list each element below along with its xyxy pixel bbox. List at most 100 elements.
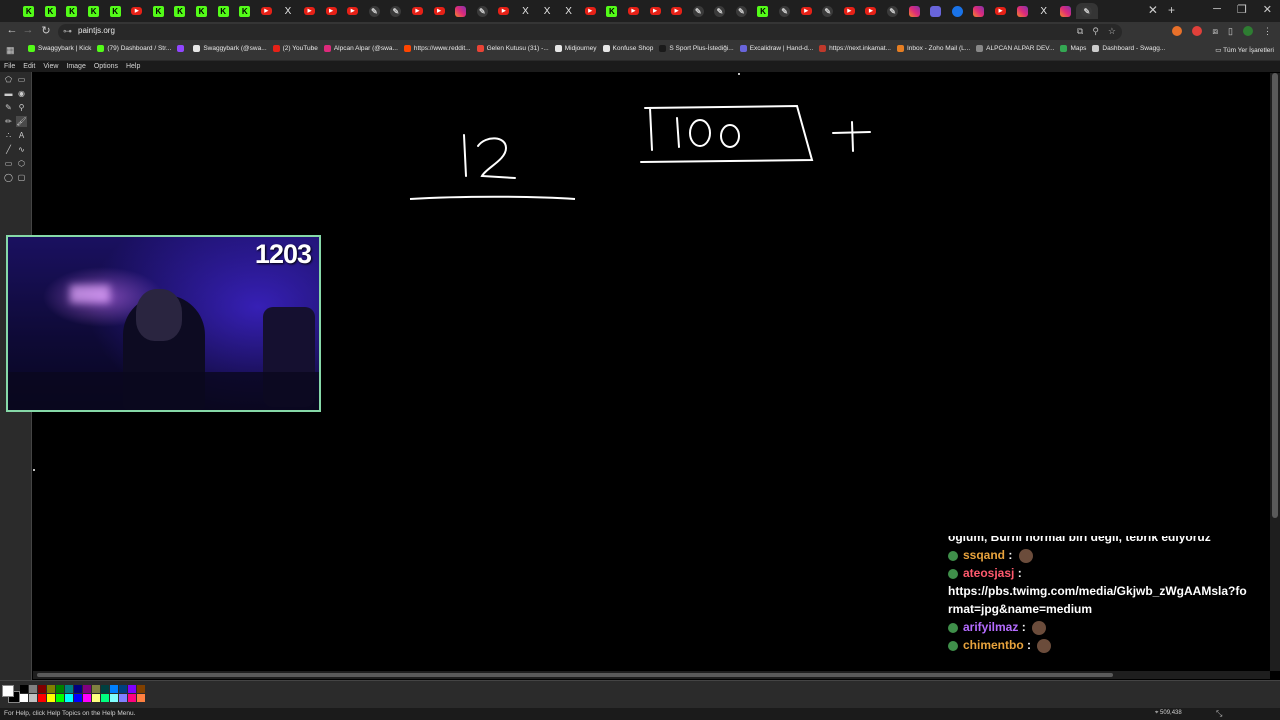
profile-avatar[interactable] bbox=[1243, 26, 1253, 36]
bookmark-item[interactable]: Gelen Kutusu (31) -... bbox=[476, 45, 549, 52]
browser-tab[interactable] bbox=[947, 3, 969, 19]
browser-tab[interactable]: K bbox=[169, 3, 191, 19]
browser-tab[interactable]: ▶ bbox=[666, 3, 688, 19]
browser-tab[interactable] bbox=[903, 3, 925, 19]
browser-tab[interactable]: X bbox=[558, 3, 580, 19]
palette-color-swatch[interactable] bbox=[47, 685, 55, 693]
browser-tab[interactable]: X bbox=[536, 3, 558, 19]
browser-tab[interactable]: ✎ bbox=[709, 3, 731, 19]
browser-tab[interactable]: K bbox=[148, 3, 170, 19]
menu-image[interactable]: Image bbox=[66, 61, 85, 72]
palette-color-swatch[interactable] bbox=[119, 694, 127, 702]
palette-color-swatch[interactable] bbox=[38, 685, 46, 693]
bookmark-item[interactable]: Alpcan Alpar (@swa... bbox=[323, 45, 398, 52]
browser-tab[interactable]: ▶ bbox=[623, 3, 645, 19]
browser-tab[interactable]: ✎ bbox=[471, 3, 493, 19]
sidebar-icon[interactable]: ▯ bbox=[1228, 26, 1233, 37]
current-colors[interactable] bbox=[2, 685, 20, 703]
browser-tab[interactable]: ✎ bbox=[817, 3, 839, 19]
browser-tab[interactable]: K bbox=[752, 3, 774, 19]
palette-color-swatch[interactable] bbox=[29, 685, 37, 693]
palette-color-swatch[interactable] bbox=[74, 694, 82, 702]
browser-tab[interactable]: ✎ bbox=[882, 3, 904, 19]
palette-color-swatch[interactable] bbox=[47, 694, 55, 702]
select-icon[interactable]: ▭ bbox=[16, 74, 27, 85]
close-tab-icon[interactable]: ✕ bbox=[1148, 3, 1158, 17]
browser-tab[interactable]: K bbox=[18, 3, 40, 19]
menu-file[interactable]: File bbox=[4, 61, 15, 72]
all-bookmarks-folder[interactable]: ▭ Tüm Yer İşaretleri bbox=[1215, 46, 1274, 54]
bookmark-item[interactable]: https://next.inkamat... bbox=[819, 45, 891, 52]
browser-tab[interactable]: ▶ bbox=[320, 3, 342, 19]
palette-color-swatch[interactable] bbox=[20, 694, 28, 702]
palette-color-swatch[interactable] bbox=[101, 694, 109, 702]
vertical-scroll-thumb[interactable] bbox=[1272, 73, 1278, 518]
palette-color-swatch[interactable] bbox=[29, 694, 37, 702]
free-select-icon[interactable]: ⬠ bbox=[3, 74, 14, 85]
bookmark-item[interactable]: Konfuse Shop bbox=[602, 45, 653, 52]
eraser-icon[interactable]: ▬ bbox=[3, 88, 14, 99]
minimize-icon[interactable]: ─ bbox=[1213, 3, 1221, 16]
palette-color-swatch[interactable] bbox=[92, 685, 100, 693]
browser-tab[interactable]: ✎ bbox=[385, 3, 407, 19]
browser-tab[interactable]: ▶ bbox=[428, 3, 450, 19]
browser-tab[interactable] bbox=[968, 3, 990, 19]
install-app-icon[interactable]: ⧉ bbox=[1077, 26, 1083, 37]
bookmark-item[interactable]: Swaggybark | Kick bbox=[28, 45, 91, 52]
text-icon[interactable]: A bbox=[16, 130, 27, 141]
menu-help[interactable]: Help bbox=[126, 61, 140, 72]
fill-icon[interactable]: ◉ bbox=[16, 88, 27, 99]
reload-icon[interactable]: ↻ bbox=[38, 24, 54, 37]
browser-tab[interactable] bbox=[1055, 3, 1077, 19]
forward-icon[interactable]: → bbox=[20, 24, 36, 36]
palette-color-swatch[interactable] bbox=[128, 685, 136, 693]
browser-tab[interactable] bbox=[450, 3, 472, 19]
site-info-icon[interactable]: ⊶ bbox=[63, 26, 72, 37]
palette-color-swatch[interactable] bbox=[65, 685, 73, 693]
palette-color-swatch[interactable] bbox=[56, 694, 64, 702]
apps-grid-icon[interactable]: ▦ bbox=[6, 45, 15, 56]
palette-color-swatch[interactable] bbox=[92, 694, 100, 702]
browser-tab[interactable]: ▶ bbox=[644, 3, 666, 19]
palette-color-swatch[interactable] bbox=[38, 694, 46, 702]
bookmark-item[interactable]: Maps bbox=[1060, 45, 1086, 52]
bookmark-item[interactable]: https://www.reddit... bbox=[403, 45, 471, 52]
rectangle-icon[interactable]: ▭ bbox=[3, 158, 14, 169]
browser-tab[interactable]: ▶ bbox=[126, 3, 148, 19]
browser-tab[interactable]: K bbox=[83, 3, 105, 19]
palette-color-swatch[interactable] bbox=[137, 694, 145, 702]
extension-icon[interactable] bbox=[1172, 26, 1183, 36]
palette-color-swatch[interactable] bbox=[65, 694, 73, 702]
browser-tab[interactable] bbox=[1011, 3, 1033, 19]
zoom-icon[interactable]: ⚲ bbox=[1092, 26, 1099, 37]
vertical-scrollbar[interactable] bbox=[1270, 73, 1280, 671]
bookmark-item[interactable]: ALPCAN ALPAR DEV... bbox=[976, 45, 1054, 52]
color-picker-icon[interactable]: ✎ bbox=[3, 102, 14, 113]
extensions-puzzle-icon[interactable]: ⧈ bbox=[1212, 26, 1218, 37]
menu-options[interactable]: Options bbox=[94, 61, 118, 72]
magnifier-icon[interactable]: ⚲ bbox=[16, 102, 27, 113]
palette-color-swatch[interactable] bbox=[74, 685, 82, 693]
browser-tab[interactable]: ✎ bbox=[1076, 3, 1098, 19]
browser-tab[interactable]: ▶ bbox=[299, 3, 321, 19]
palette-color-swatch[interactable] bbox=[128, 694, 136, 702]
palette-color-swatch[interactable] bbox=[20, 685, 28, 693]
maximize-icon[interactable]: ❐ bbox=[1237, 3, 1247, 16]
browser-tab[interactable]: ▶ bbox=[795, 3, 817, 19]
bookmark-item[interactable]: Midjourney bbox=[554, 45, 597, 52]
browser-tab[interactable]: ▶ bbox=[860, 3, 882, 19]
browser-tab[interactable]: ✎ bbox=[364, 3, 386, 19]
close-window-icon[interactable]: ✕ bbox=[1263, 3, 1272, 16]
rounded-rectangle-icon[interactable]: ▢ bbox=[16, 172, 27, 183]
menu-view[interactable]: View bbox=[43, 61, 58, 72]
bookmark-item[interactable]: (79) Dashboard / Str... bbox=[97, 45, 171, 52]
browser-tab[interactable]: K bbox=[61, 3, 83, 19]
browser-tab[interactable]: K bbox=[212, 3, 234, 19]
palette-color-swatch[interactable] bbox=[83, 685, 91, 693]
browser-tab[interactable]: X bbox=[1033, 3, 1055, 19]
browser-tab[interactable]: K bbox=[40, 3, 62, 19]
browser-tab[interactable]: ▶ bbox=[493, 3, 515, 19]
extension-icon[interactable] bbox=[1192, 26, 1203, 36]
browser-tab[interactable]: ▶ bbox=[342, 3, 364, 19]
browser-tab[interactable]: X bbox=[515, 3, 537, 19]
